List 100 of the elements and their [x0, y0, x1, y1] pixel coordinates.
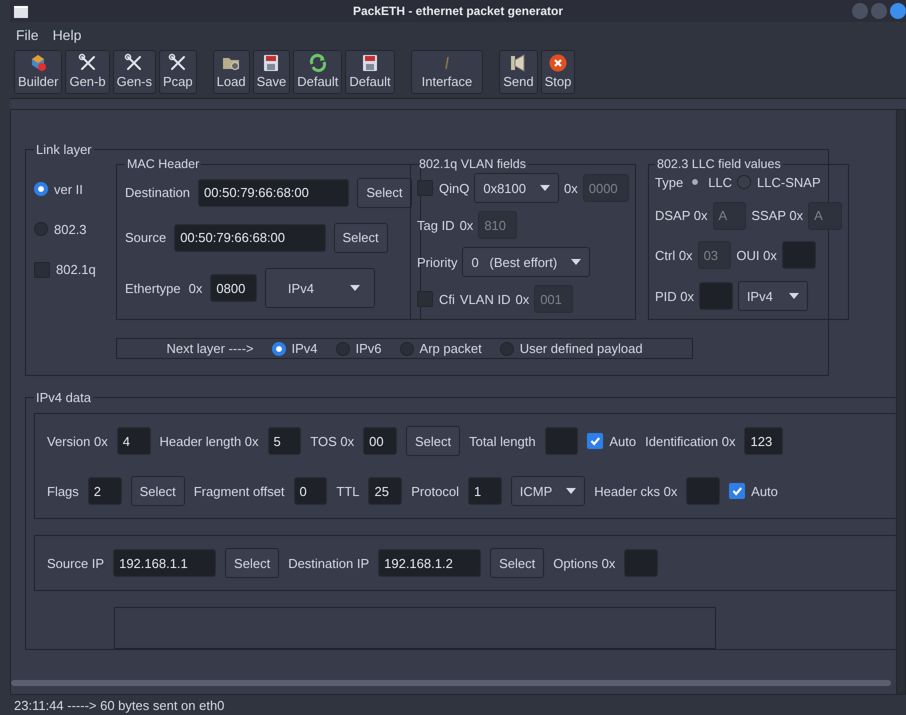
dropdown[interactable]: 0 (Best effort): [462, 247, 590, 277]
checkbox-label: 802.1q: [56, 262, 96, 277]
field-label: Ctrl 0x: [655, 248, 693, 263]
dropdown[interactable]: ICMP: [510, 476, 586, 506]
input-field[interactable]: [624, 549, 658, 577]
field-label: PID 0x: [655, 288, 694, 304]
field-label: Options 0x: [553, 556, 616, 570]
radio-button[interactable]: [34, 222, 48, 236]
field-label: VLAN ID: [460, 292, 510, 306]
close-button[interactable]: [890, 3, 906, 19]
vertical-scrollbar[interactable]: [896, 110, 905, 694]
toolbar-button[interactable]: Load: [212, 50, 250, 94]
radio-label: LLC: [708, 174, 732, 190]
field-label: Flags: [47, 484, 79, 498]
field-label: Total length: [469, 434, 536, 448]
toolbar-button[interactable]: Builder: [14, 50, 62, 94]
field-label: Header length 0x: [160, 434, 259, 448]
input-field[interactable]: 123: [744, 427, 783, 455]
input-field[interactable]: 192.168.1.1: [113, 549, 216, 577]
reload-icon: [308, 53, 328, 73]
window-icon: [14, 6, 28, 18]
cable-icon: [444, 57, 449, 69]
radio-label: ver II: [54, 182, 83, 196]
frame-title: 802.3 LLC field values: [656, 157, 782, 171]
checkbox-label: Auto: [751, 484, 778, 498]
dropdown[interactable]: IPv4: [264, 268, 375, 308]
radio-label: IPv6: [356, 341, 382, 356]
toolbar-button[interactable]: Send: [499, 50, 538, 94]
radio-button[interactable]: [500, 342, 514, 356]
radio-label: 802.3: [54, 222, 87, 236]
stop-icon: [548, 53, 568, 73]
frame-title: MAC Header: [126, 157, 200, 171]
menu-item[interactable]: File: [16, 27, 39, 43]
input-field[interactable]: 5: [268, 427, 302, 455]
input-field[interactable]: 00: [363, 427, 397, 455]
toolbar-button[interactable]: Gen-b: [65, 50, 110, 94]
checkbox-label: Auto: [609, 434, 636, 448]
field-label: Version 0x: [47, 434, 108, 448]
field-label: 0x: [188, 280, 202, 296]
input-field[interactable]: 0800: [210, 274, 257, 302]
checkbox[interactable]: [587, 433, 604, 449]
input-field[interactable]: [686, 477, 720, 505]
input-field[interactable]: 0: [294, 477, 328, 505]
toolbar-button[interactable]: Default: [293, 50, 342, 94]
dropdown[interactable]: IPv4: [738, 281, 808, 312]
select-button[interactable]: Select: [357, 178, 412, 208]
toolbar-button[interactable]: Pcap: [159, 50, 197, 94]
field-label: Protocol: [411, 484, 459, 498]
input-field[interactable]: 192.168.1.2: [378, 549, 482, 577]
checkbox-label: Cfi: [439, 292, 455, 306]
checkbox[interactable]: [417, 180, 433, 196]
radio-button[interactable]: [34, 182, 48, 196]
field-label: Type: [655, 174, 684, 190]
field-label: Fragment offset: [194, 484, 285, 498]
radio-button[interactable]: [400, 342, 414, 356]
dropdown[interactable]: 0x8100: [474, 173, 559, 203]
frame-title: IPv4 data: [35, 390, 92, 405]
toolbar-button[interactable]: Gen-s: [112, 50, 156, 94]
menu-item[interactable]: Help: [52, 27, 82, 43]
frame-title: 802.1q VLAN fields: [418, 157, 528, 171]
field-label: Tag ID: [417, 218, 455, 232]
input-field[interactable]: [699, 282, 733, 310]
toolbar-button[interactable]: Default: [345, 50, 395, 94]
input-field[interactable]: [544, 427, 578, 455]
select-button[interactable]: Select: [490, 548, 544, 578]
window-title: PackETH - ethernet packet generator: [352, 4, 564, 18]
toolbar-button[interactable]: Stop: [540, 50, 576, 94]
field-label: Destination: [125, 185, 190, 200]
input-field[interactable]: [782, 241, 816, 270]
toolbar-button[interactable]: Save: [252, 50, 290, 94]
checkbox-label: QinQ: [439, 180, 470, 196]
status-bar: 23:11:44 -----> 60 bytes sent on eth0: [10, 695, 906, 715]
input-field[interactable]: 2: [88, 477, 122, 505]
field-label: TOS 0x: [310, 434, 354, 448]
field-label: SSAP 0x: [751, 208, 804, 224]
field-label: 0x: [515, 292, 530, 306]
horizontal-scrollbar[interactable]: [11, 680, 891, 686]
checkbox[interactable]: [729, 483, 746, 499]
select-button[interactable]: Select: [334, 222, 388, 253]
field-label: Destination IP: [288, 556, 370, 570]
field-label: Source IP: [47, 556, 104, 570]
select-button[interactable]: Select: [130, 476, 185, 506]
tools-icon: [78, 53, 98, 73]
field-label: Priority: [417, 254, 458, 270]
caret-icon: [350, 285, 360, 292]
input-field[interactable]: 4: [116, 427, 150, 455]
minimize-button[interactable]: [852, 3, 868, 19]
checkbox[interactable]: [34, 262, 50, 278]
maximize-button[interactable]: [871, 3, 887, 19]
toolbar-button[interactable]: Interface: [410, 50, 484, 94]
input-field[interactable]: 00:50:79:66:68:00: [198, 178, 350, 207]
radio-button[interactable]: [336, 342, 350, 356]
field-label: TTL: [336, 484, 360, 498]
input-field[interactable]: 25: [368, 477, 402, 505]
select-button[interactable]: Select: [406, 426, 460, 456]
select-button[interactable]: Select: [225, 548, 280, 578]
checkbox[interactable]: [417, 291, 433, 307]
input-field[interactable]: 1: [468, 477, 502, 505]
input-field[interactable]: 00:50:79:66:68:00: [174, 224, 326, 252]
radio-button[interactable]: [272, 342, 286, 356]
